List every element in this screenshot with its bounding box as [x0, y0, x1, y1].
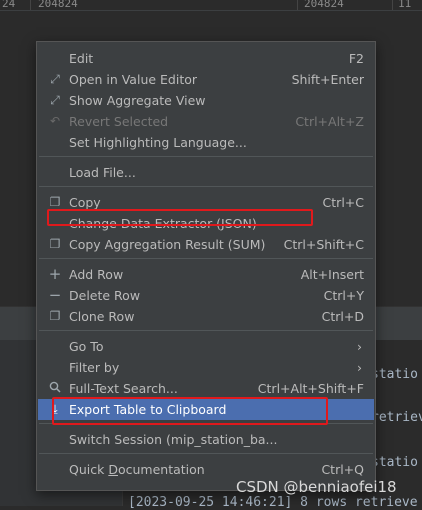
grid-cell: 204824	[304, 0, 344, 10]
chevron-right-icon: ›	[357, 339, 362, 354]
menu-separator	[39, 258, 373, 259]
menu-separator	[39, 453, 373, 454]
copy-icon: ❐	[49, 309, 61, 323]
menu-item-set-highlighting-language[interactable]: Set Highlighting Language...	[38, 132, 374, 153]
menu-item-revert-selected[interactable]: ↶ Revert Selected Ctrl+Alt+Z	[38, 111, 374, 132]
table-header-strip: 24 204824 204824 11	[0, 0, 422, 11]
menu-separator	[39, 186, 373, 187]
menu-item-open-value-editor[interactable]: ⤢ Open in Value Editor Shift+Enter	[38, 69, 374, 90]
expand-icon: ⤢	[50, 93, 60, 107]
menu-item-edit[interactable]: Edit F2	[38, 48, 374, 69]
menu-item-delete-row[interactable]: − Delete Row Ctrl+Y	[38, 285, 374, 306]
grid-cell: 24	[2, 0, 16, 10]
menu-item-switch-session[interactable]: Switch Session (mip_station_ba...	[38, 429, 374, 450]
menu-item-load-file[interactable]: Load File...	[38, 162, 374, 183]
menu-separator	[39, 330, 373, 331]
plus-icon: +	[48, 265, 62, 283]
menu-item-go-to[interactable]: Go To ›	[38, 336, 374, 357]
log-line: retrieve	[371, 410, 422, 425]
watermark: CSDN @benniaofei18	[236, 478, 397, 496]
menu-item-add-row[interactable]: + Add Row Alt+Insert	[38, 264, 374, 285]
menu-item-clone-row[interactable]: ❐ Clone Row Ctrl+D	[38, 306, 374, 327]
minus-icon: −	[48, 286, 62, 304]
grid-cell: 204824	[38, 0, 78, 10]
menu-item-full-text-search[interactable]: Full-Text Search... Ctrl+Alt+Shift+F	[38, 378, 374, 399]
search-icon	[48, 378, 62, 399]
menu-item-quick-documentation[interactable]: Quick Documentation Ctrl+Q	[38, 459, 374, 480]
log-line: statio	[371, 367, 418, 382]
highlight-box	[47, 209, 313, 226]
undo-icon: ↶	[49, 114, 61, 128]
grid-divider	[392, 0, 393, 10]
log-line: statio	[371, 455, 418, 470]
grid-divider	[297, 0, 298, 10]
chevron-right-icon: ›	[357, 360, 362, 375]
menu-separator	[39, 156, 373, 157]
grid-cell: 11	[398, 0, 412, 10]
expand-icon: ⤢	[50, 72, 60, 86]
menu-item-show-aggregate-view[interactable]: ⤢ Show Aggregate View	[38, 90, 374, 111]
log-line: [2023-09-25 14:46:21] 8 rows retrieve	[128, 495, 418, 510]
highlight-box	[52, 397, 328, 425]
copy-icon: ❐	[49, 237, 61, 251]
grid-divider	[30, 0, 31, 10]
menu-item-copy-aggregation-result[interactable]: ❐ Copy Aggregation Result (SUM) Ctrl+Shi…	[38, 234, 374, 255]
menu-item-filter-by[interactable]: Filter by ›	[38, 357, 374, 378]
